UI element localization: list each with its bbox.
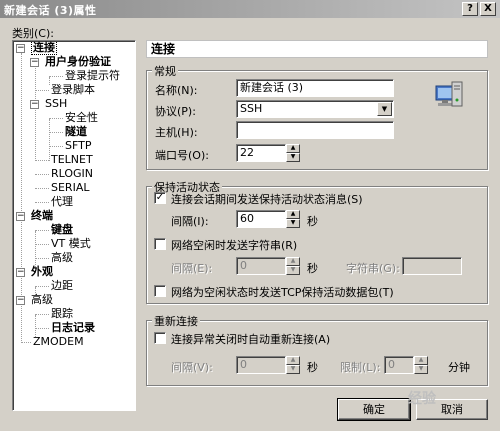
tree-item-login-script[interactable]: 登录脚本 <box>51 83 95 97</box>
interval-field[interactable]: 60 <box>236 210 286 228</box>
spin-up-icon[interactable]: ▲ <box>286 356 300 365</box>
reconnect-group <box>146 320 488 386</box>
tree-item-rlogin[interactable]: RLOGIN <box>51 167 93 181</box>
tree-item-terminal[interactable]: 终端 <box>31 209 53 223</box>
reconnect-interval-spinner[interactable]: ▲ ▼ <box>286 356 300 374</box>
close-button[interactable]: X <box>480 2 496 16</box>
help-button[interactable]: ? <box>462 2 478 16</box>
spin-down-icon[interactable]: ▼ <box>286 266 300 275</box>
idle-interval-spinner[interactable]: ▲ ▼ <box>286 257 300 275</box>
tree-item-terminal-advanced[interactable]: 高级 <box>51 251 73 265</box>
panel-title: 连接 <box>146 40 488 58</box>
category-tree[interactable]: − 连接 − 用户身份验证 登录提示符 登录脚本 − SSH 安全性 隧道 SF… <box>12 40 136 411</box>
idle-string-checkbox[interactable] <box>154 238 166 250</box>
string-field[interactable] <box>402 257 462 275</box>
name-label: 名称(N): <box>155 84 198 97</box>
reconnect-interval-field[interactable]: 0 <box>236 356 286 374</box>
watermark-text: 经验 <box>408 391 436 407</box>
idle-unit: 秒 <box>307 262 318 275</box>
tree-item-security[interactable]: 安全性 <box>65 111 98 125</box>
tree-item-log[interactable]: 日志记录 <box>51 321 95 335</box>
protocol-label: 协议(P): <box>155 105 196 118</box>
collapse-icon[interactable]: − <box>30 100 39 109</box>
ok-button[interactable]: 确定 <box>337 398 411 421</box>
tree-item-sftp[interactable]: SFTP <box>65 139 91 153</box>
limit-unit: 分钟 <box>448 361 470 374</box>
send-keepalive-label: 连接会话期间发送保持活动状态消息(S) <box>171 193 363 206</box>
limit-label: 限制(L): <box>340 361 381 374</box>
general-legend: 常规 <box>152 63 178 79</box>
reconnect-interval-label: 间隔(V): <box>171 361 213 374</box>
protocol-value: SSH <box>240 102 263 115</box>
string-label: 字符串(G): <box>346 262 400 275</box>
tree-item-serial[interactable]: SERIAL <box>51 181 89 195</box>
limit-field[interactable]: 0 <box>384 356 414 374</box>
tree-item-login-prompt[interactable]: 登录提示符 <box>65 69 120 83</box>
reconnect-legend: 重新连接 <box>152 313 200 329</box>
idle-interval-label: 间隔(E): <box>171 262 213 275</box>
limit-spinner[interactable]: ▲ ▼ <box>414 356 428 374</box>
port-spinner[interactable]: ▲ ▼ <box>286 144 300 162</box>
interval-spinner[interactable]: ▲ ▼ <box>286 210 300 228</box>
interval-unit: 秒 <box>307 215 318 228</box>
tree-item-advanced[interactable]: 高级 <box>31 293 53 307</box>
spin-down-icon[interactable]: ▼ <box>286 153 300 162</box>
send-keepalive-checkbox[interactable]: ✓ <box>154 192 166 204</box>
collapse-icon[interactable]: − <box>16 44 25 53</box>
tree-item-appearance[interactable]: 外观 <box>31 265 53 279</box>
collapse-icon[interactable]: − <box>16 268 25 277</box>
host-field[interactable] <box>236 121 394 139</box>
host-label: 主机(H): <box>155 126 198 139</box>
tree-item-user-auth[interactable]: 用户身份验证 <box>45 55 111 69</box>
name-field[interactable]: 新建会话 (3) <box>236 79 394 97</box>
tree-item-margin[interactable]: 边距 <box>51 279 73 293</box>
collapse-icon[interactable]: − <box>16 212 25 221</box>
auto-reconnect-label: 连接异常关闭时自动重新连接(A) <box>171 333 331 346</box>
window-title: 新建会话 (3)属性 <box>4 4 97 17</box>
title-bar: 新建会话 (3)属性 ? X <box>0 0 500 18</box>
collapse-icon[interactable]: − <box>30 58 39 67</box>
tree-item-telnet[interactable]: TELNET <box>51 153 93 167</box>
spin-up-icon[interactable]: ▲ <box>286 257 300 266</box>
port-field[interactable]: 22 <box>236 144 286 162</box>
tree-item-keyboard[interactable]: 键盘 <box>51 223 73 237</box>
category-label: 类别(C): <box>12 27 54 40</box>
tree-item-connection[interactable]: 连接 <box>31 41 57 55</box>
auto-reconnect-checkbox[interactable] <box>154 332 166 344</box>
interval-label: 间隔(I): <box>171 215 209 228</box>
tcp-keepalive-label: 网络为空闲状态时发送TCP保持活动数据包(T) <box>171 286 394 299</box>
tree-item-ssh[interactable]: SSH <box>45 97 67 111</box>
spin-down-icon[interactable]: ▼ <box>286 365 300 374</box>
reconnect-interval-unit: 秒 <box>307 361 318 374</box>
spin-down-icon[interactable]: ▼ <box>286 219 300 228</box>
tcp-keepalive-checkbox[interactable] <box>154 285 166 297</box>
chevron-down-icon[interactable]: ▼ <box>377 102 392 116</box>
spin-down-icon[interactable]: ▼ <box>414 365 428 374</box>
idle-interval-field[interactable]: 0 <box>236 257 286 275</box>
spin-up-icon[interactable]: ▲ <box>286 210 300 219</box>
tree-item-vt-mode[interactable]: VT 模式 <box>51 237 91 251</box>
tree-item-tunnel[interactable]: 隧道 <box>65 125 87 139</box>
network-computer-icon <box>435 81 463 107</box>
tree-item-zmodem[interactable]: ZMODEM <box>33 335 84 349</box>
spin-up-icon[interactable]: ▲ <box>414 356 428 365</box>
spin-up-icon[interactable]: ▲ <box>286 144 300 153</box>
tree-item-trace[interactable]: 跟踪 <box>51 307 73 321</box>
collapse-icon[interactable]: − <box>16 296 25 305</box>
tree-item-proxy[interactable]: 代理 <box>51 195 73 209</box>
port-label: 端口号(O): <box>155 149 209 162</box>
protocol-select[interactable]: SSH ▼ <box>236 100 394 118</box>
idle-string-label: 网络空闲时发送字符串(R) <box>171 239 298 252</box>
